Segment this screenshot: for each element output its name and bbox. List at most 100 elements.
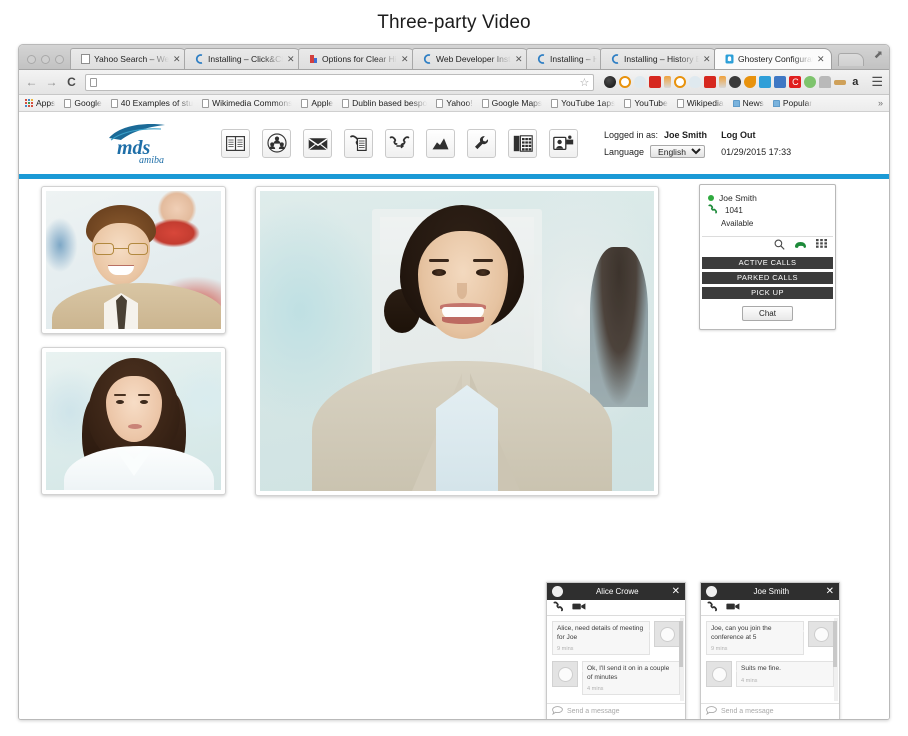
close-icon[interactable]: ✕ xyxy=(515,54,523,65)
participant-video-two[interactable] xyxy=(41,347,226,495)
language-select[interactable]: English xyxy=(650,145,706,158)
page-icon xyxy=(110,98,118,108)
browser-tab-6[interactable]: Ghostery Configuration ✕ xyxy=(714,48,832,69)
section-active-calls[interactable]: ACTIVE CALLS xyxy=(702,257,833,269)
chat-header[interactable]: Alice Crowe ✕ xyxy=(547,583,685,600)
headphone-icon[interactable] xyxy=(744,76,757,88)
cloud-icon[interactable] xyxy=(689,76,702,88)
new-tab-button[interactable] xyxy=(838,53,864,66)
cookie-icon[interactable] xyxy=(804,76,817,88)
keypad-icon[interactable] xyxy=(816,239,827,252)
video-icon[interactable] xyxy=(572,602,586,613)
participant-video-self[interactable] xyxy=(41,186,226,334)
chat-input-row[interactable]: Send a message xyxy=(701,703,839,719)
person-icon[interactable] xyxy=(774,76,787,88)
conference-icon[interactable] xyxy=(262,128,291,158)
browser-tab-1[interactable]: Installing – Click&Clean ✕ xyxy=(184,48,302,69)
window-traffic-lights[interactable] xyxy=(23,55,70,69)
browser-tab-2[interactable]: Options for Clear History ✕ xyxy=(298,48,416,69)
eyedropper-icon[interactable] xyxy=(664,76,672,88)
bookmark-item-8[interactable]: YouTube 1aps xyxy=(551,98,615,108)
scrollbar-thumb[interactable] xyxy=(833,621,837,667)
bookmark-item-6[interactable]: Yahoo! xyxy=(436,98,473,108)
section-pick-up[interactable]: PICK UP xyxy=(702,287,833,299)
video-icon[interactable] xyxy=(726,602,740,613)
message-timestamp: 4 mins xyxy=(741,677,758,684)
bookmark-folder-popular[interactable]: Popular xyxy=(772,98,812,108)
directory-icon[interactable] xyxy=(221,128,250,158)
page-icon xyxy=(551,98,559,108)
forward-button[interactable]: → xyxy=(45,75,58,89)
bookmark-item-apps[interactable]: Apps xyxy=(25,98,55,108)
chat-button[interactable]: Chat xyxy=(742,306,793,321)
browser-tab-0[interactable]: Yahoo Search – Web Sea ✕ xyxy=(70,48,188,69)
section-parked-calls[interactable]: PARKED CALLS xyxy=(702,272,833,284)
eyedropper-icon[interactable] xyxy=(719,76,727,88)
cleaner-icon[interactable] xyxy=(834,79,847,85)
gear-icon[interactable] xyxy=(729,76,742,88)
lock-icon[interactable] xyxy=(819,76,832,88)
cloud-icon[interactable] xyxy=(634,76,647,88)
call-icon[interactable] xyxy=(707,601,718,614)
bookmarks-overflow-button[interactable]: » xyxy=(878,98,883,108)
amazon-icon[interactable]: a xyxy=(849,76,861,88)
browser-tab-3[interactable]: Web Developer Installed ✕ xyxy=(412,48,530,69)
logout-link[interactable]: Log Out xyxy=(721,130,791,140)
minimize-window-button[interactable] xyxy=(41,55,50,64)
chat-scrollbar[interactable] xyxy=(679,618,684,701)
bookmark-label: Google xyxy=(74,98,102,108)
ghostery-icon[interactable] xyxy=(604,76,617,88)
fullscreen-icon[interactable]: ⬈ xyxy=(874,48,883,61)
call-icon[interactable] xyxy=(553,601,564,614)
maximize-window-button[interactable] xyxy=(55,55,64,64)
reload-button[interactable]: C xyxy=(65,75,78,89)
message-timestamp: 9 mins xyxy=(557,646,574,652)
message-bubble-icon xyxy=(552,706,563,717)
bookmark-item-5[interactable]: Dublin based bespo xyxy=(342,98,427,108)
close-icon[interactable]: ✕ xyxy=(826,586,834,597)
bookmark-item-1[interactable]: Google xyxy=(64,98,102,108)
bookmark-item-2[interactable]: 40 Examples of stu xyxy=(110,98,193,108)
bookmark-item-4[interactable]: Apple xyxy=(301,98,333,108)
back-button[interactable]: ← xyxy=(25,75,38,89)
bookmark-label: Apps xyxy=(36,98,56,108)
participant-video-main[interactable] xyxy=(255,186,659,496)
search-icon[interactable] xyxy=(774,239,785,252)
chat-scrollbar[interactable] xyxy=(833,618,838,701)
call-log-icon[interactable] xyxy=(344,128,373,158)
close-icon[interactable]: ✕ xyxy=(173,54,181,65)
call-transfer-icon[interactable] xyxy=(385,128,414,158)
close-icon[interactable]: ✕ xyxy=(401,54,409,65)
voicemail-icon[interactable] xyxy=(303,128,332,158)
video-contact-icon[interactable] xyxy=(549,128,578,158)
address-bar[interactable]: ☆ xyxy=(85,73,595,91)
c-red-icon[interactable]: C xyxy=(789,76,802,88)
book-red-icon[interactable] xyxy=(649,76,662,88)
bookmark-item-9[interactable]: YouTube xyxy=(624,98,668,108)
opera-orange-icon[interactable] xyxy=(674,76,687,88)
close-icon[interactable]: ✕ xyxy=(672,586,680,597)
bookmark-item-7[interactable]: Google Maps xyxy=(481,98,542,108)
browser-tab-5[interactable]: Installing – History Erase ✕ xyxy=(600,48,718,69)
hangup-icon[interactable] xyxy=(794,241,807,251)
book-red-icon[interactable] xyxy=(704,76,717,88)
browser-menu-button[interactable]: ☰ xyxy=(868,74,883,90)
browser-tab-4[interactable]: Installing – Histo xyxy=(526,48,604,69)
scrollbar-thumb[interactable] xyxy=(679,621,683,667)
bookmark-star-icon[interactable]: ☆ xyxy=(579,76,589,89)
opera-icon[interactable] xyxy=(619,76,632,88)
chat-input-row[interactable]: Send a message xyxy=(547,703,685,719)
message-timestamp: 9 mins xyxy=(711,646,728,652)
bookmark-folder-news[interactable]: News xyxy=(732,98,764,108)
phone-system-icon[interactable] xyxy=(508,128,537,158)
chat-header[interactable]: Joe Smith ✕ xyxy=(701,583,839,600)
bookmark-item-3[interactable]: Wikimedia Commons xyxy=(202,98,292,108)
close-icon[interactable]: ✕ xyxy=(287,54,295,65)
settings-icon[interactable] xyxy=(467,128,496,158)
close-icon[interactable]: ✕ xyxy=(703,54,711,65)
reports-icon[interactable] xyxy=(426,128,455,158)
bookmark-item-10[interactable]: Wikipedia xyxy=(676,98,724,108)
close-window-button[interactable] xyxy=(27,55,36,64)
close-icon[interactable]: ✕ xyxy=(817,54,825,65)
translate-icon[interactable] xyxy=(759,76,772,88)
